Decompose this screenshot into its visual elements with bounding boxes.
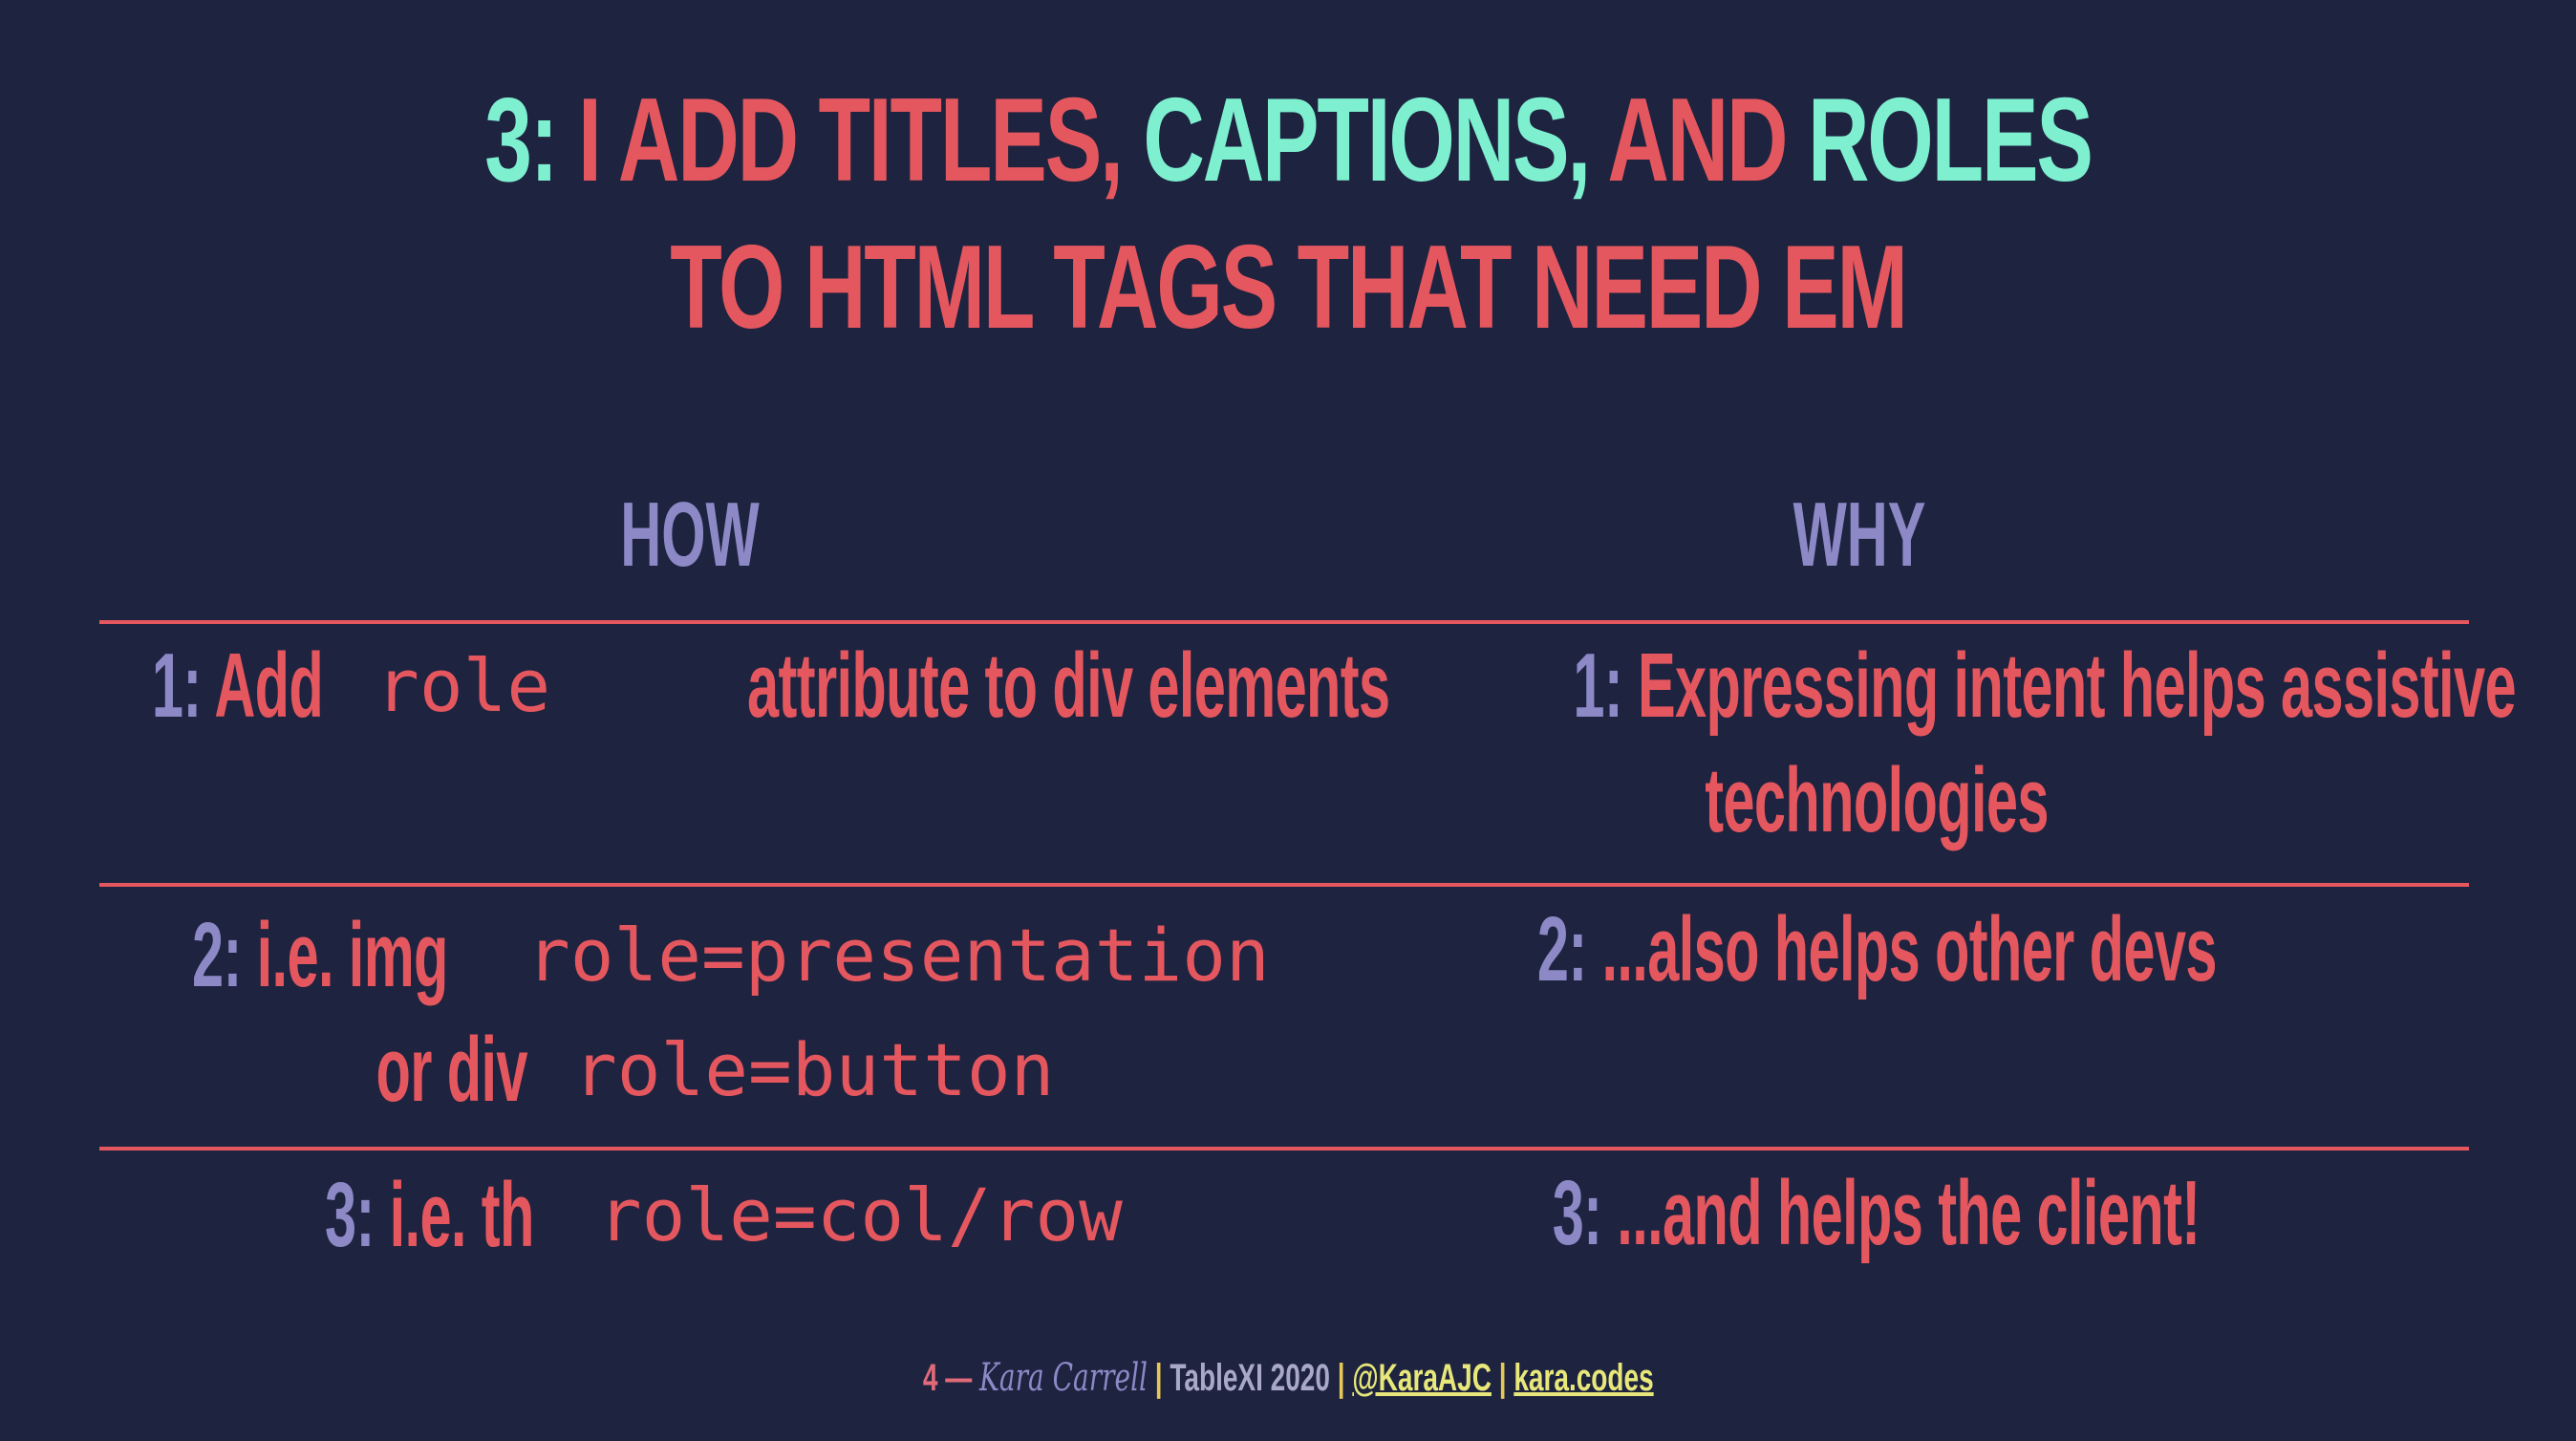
title-part-1: I ADD TITLES, [577, 75, 1144, 206]
title-part-4: ROLES [1807, 75, 2093, 206]
row-3-how-code: role=col/row [597, 1172, 1123, 1258]
title-prefix: 3: [484, 75, 578, 206]
row-1-how-code: role [376, 643, 551, 728]
row-1-why-number: 1: [1573, 634, 1638, 737]
row-3-why-number: 3: [1553, 1162, 1618, 1264]
footer-author: Kara Carrell [978, 1356, 1148, 1400]
title-part-2: CAPTIONS, [1143, 75, 1608, 206]
row-2-how-text-b: or div [376, 1019, 527, 1121]
footer-separator-2: | [1329, 1357, 1353, 1399]
row-2-how-text-a: i.e. img [256, 904, 449, 1006]
row-2-how-code-a: role=presentation [526, 913, 1270, 998]
slide: 3: I ADD TITLES, CAPTIONS, AND ROLES TO … [0, 0, 2576, 1441]
row-1-how-number: 1: [151, 634, 215, 737]
column-header-how: HOW [620, 484, 760, 586]
footer-page-number: 4 — [922, 1357, 979, 1399]
row-2-why-number: 2: [1536, 898, 1602, 1000]
row-1-why-text-b: technologies [1705, 749, 2049, 851]
row-3-how-number: 3: [325, 1164, 390, 1266]
row-1-why-cell: 1: Expressing intent helps assistive tec… [1284, 629, 2516, 858]
table-divider-3 [99, 1147, 2469, 1151]
footer-separator-1: | [1147, 1357, 1170, 1399]
row-1-why-text-a: Expressing intent helps assistive [1637, 634, 2517, 737]
table-divider-1 [99, 620, 2469, 624]
row-3-why-cell: 3: ...and helps the client! [1284, 1156, 2469, 1271]
row-3-how-cell: 3: i.e. th role=col/row [99, 1158, 1284, 1273]
footer-twitter-link[interactable]: @KaraAJC [1352, 1357, 1492, 1399]
row-1-how-cell: 1: Add role attribute to div elements [99, 629, 1390, 743]
row-2-how-cell: 2: i.e. img role=presentation or div rol… [99, 898, 1284, 1128]
footer-website-link[interactable]: kara.codes [1513, 1357, 1653, 1399]
table-divider-2 [99, 883, 2469, 887]
row-2-how-number: 2: [192, 904, 257, 1006]
title-part-3: AND [1607, 75, 1808, 206]
slide-title-line-1: 3: I ADD TITLES, CAPTIONS, AND ROLES [360, 69, 2215, 212]
row-1-how-text-a: Add [214, 634, 324, 737]
slide-footer: 4 — Kara Carrell | TableXI 2020 | @KaraA… [0, 1351, 2576, 1405]
column-header-why: WHY [1792, 484, 1926, 586]
row-2-how-code-b: role=button [573, 1027, 1055, 1112]
slide-title-line-2: TO HTML TAGS THAT NEED EM [670, 222, 1908, 354]
footer-separator-3: | [1491, 1357, 1514, 1399]
row-2-why-text-a: ...also helps other devs [1601, 898, 2217, 1000]
row-2-why-cell: 2: ...also helps other devs [1284, 893, 2469, 1007]
row-3-how-text-a: i.e. th [389, 1164, 535, 1266]
footer-event: TableXI 2020 [1170, 1357, 1330, 1399]
row-3-why-text-a: ...and helps the client! [1617, 1162, 2201, 1264]
